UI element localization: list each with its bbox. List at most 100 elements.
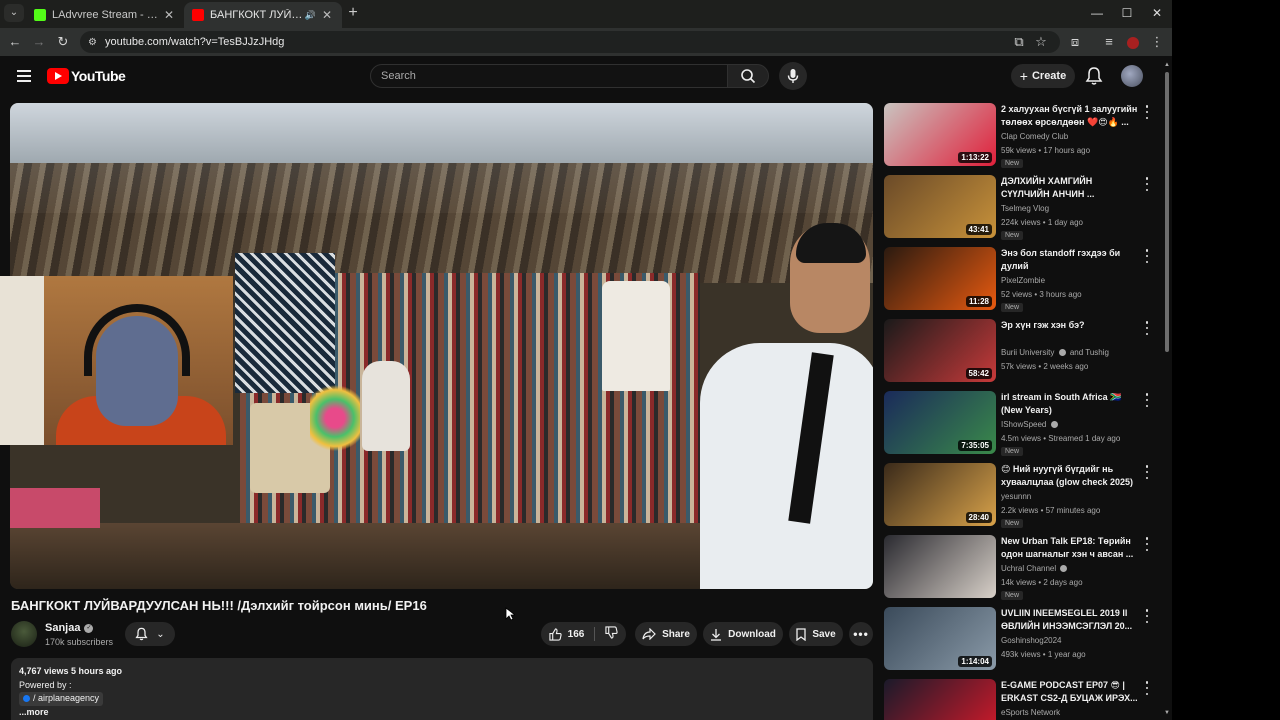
recommendation-thumbnail[interactable]: 11:28: [884, 247, 996, 310]
more-vertical-icon[interactable]: [1144, 177, 1150, 191]
more-actions-button[interactable]: •••: [849, 622, 873, 646]
scroll-down-icon[interactable]: ▼: [1164, 710, 1170, 716]
more-vertical-icon[interactable]: [1144, 105, 1150, 119]
like-button[interactable]: 166: [549, 627, 584, 641]
close-tab-icon[interactable]: ✕: [320, 8, 334, 22]
recommendation-title[interactable]: Эр хүн гэж хэн бэ?: [1001, 319, 1141, 332]
recommendation-title[interactable]: 2 халуухан бүсгүй 1 залуугийн төлөөх өрс…: [1001, 103, 1141, 128]
recommendation-channel[interactable]: IShowSpeed: [1001, 420, 1060, 429]
recommendation-item[interactable]: 28:40 😊 Ний нуугүй бүгдийг нь хуваалцлаа…: [884, 463, 1162, 535]
extensions-icon[interactable]: ⧈: [1066, 33, 1084, 51]
create-button[interactable]: + Create: [1011, 64, 1075, 88]
recommendation-item[interactable]: New Urban Talk EP18: Төрийн одон шагналы…: [884, 535, 1162, 607]
tab-kick[interactable]: LAdvvree Stream - Watch Live o ✕: [26, 2, 184, 28]
forward-icon[interactable]: →: [30, 33, 48, 51]
share-button[interactable]: Share: [635, 622, 697, 646]
browser-toolbar: ← → ↻ ⚙ youtube.com/watch?v=TesBJJzJHdg …: [0, 28, 1172, 56]
more-vertical-icon[interactable]: [1144, 537, 1150, 551]
recommendation-title[interactable]: ДЭЛХИЙН ХАМГИЙН СҮҮЛЧИЙН АНЧИН ...: [1001, 175, 1141, 200]
media-control-icon[interactable]: ≡: [1100, 33, 1118, 51]
new-badge: New: [1001, 591, 1024, 600]
recommendation-thumbnail[interactable]: [884, 679, 996, 720]
notifications-icon[interactable]: [1085, 66, 1103, 86]
recommendation-channel[interactable]: yesunnn: [1001, 492, 1031, 501]
close-tab-icon[interactable]: ✕: [162, 8, 176, 22]
recommendation-item[interactable]: E-GAME PODCAST EP07 😎 | ERKAST CS2-Д БУЦ…: [884, 679, 1162, 720]
dislike-button[interactable]: [605, 626, 618, 642]
recommendation-item[interactable]: 58:42 Эр хүн гэж хэн бэ? Burii Universit…: [884, 319, 1162, 391]
channel-name-text: Sanjaa: [45, 622, 81, 634]
voice-search-button[interactable]: [779, 62, 807, 90]
recommendation-channel[interactable]: eSports Network: [1001, 708, 1060, 717]
menu-icon[interactable]: [17, 70, 31, 82]
recommendation-title[interactable]: irl stream in South Africa 🇿🇦 (New Years…: [1001, 391, 1141, 416]
tab-search-icon[interactable]: ⌄: [4, 4, 24, 22]
site-info-icon[interactable]: ⚙: [88, 37, 97, 48]
more-vertical-icon[interactable]: [1144, 465, 1150, 479]
recommendation-channel[interactable]: Tselmeg Vlog: [1001, 204, 1049, 213]
browser-menu-icon[interactable]: ⋮: [1148, 33, 1166, 51]
recommendation-thumbnail[interactable]: 58:42: [884, 319, 996, 382]
tab-youtube[interactable]: БАНГКОКТ ЛУЙВАРДУУЛСАН 🔊 ✕: [184, 2, 342, 28]
channel-name-text: eSports Network: [1001, 708, 1061, 717]
save-button[interactable]: Save: [789, 622, 843, 646]
reload-icon[interactable]: ↻: [54, 33, 72, 51]
speaker-icon[interactable]: 🔊: [305, 10, 316, 21]
recommendation-title[interactable]: E-GAME PODCAST EP07 😎 | ERKAST CS2-Д БУЦ…: [1001, 679, 1141, 704]
subscription-notifications-button[interactable]: ⌄: [125, 622, 175, 646]
channel-name[interactable]: Sanjaa ✓: [45, 622, 94, 634]
recommendation-item[interactable]: 11:28 Энэ бол standoff гэхдээ би дулий P…: [884, 247, 1162, 319]
more-vertical-icon[interactable]: [1144, 393, 1150, 407]
scrollbar-thumb[interactable]: [1165, 72, 1169, 352]
close-window-icon[interactable]: ✕: [1142, 4, 1172, 22]
recommendation-title[interactable]: New Urban Talk EP18: Төрийн одон шагналы…: [1001, 535, 1141, 560]
search-input[interactable]: Search: [370, 64, 728, 88]
recommendation-thumbnail[interactable]: 1:14:04: [884, 607, 996, 670]
profile-icon[interactable]: [1124, 33, 1142, 51]
social-link[interactable]: / airplaneagency: [19, 692, 104, 706]
like-separator: [594, 627, 596, 641]
new-badge: New: [1001, 519, 1024, 528]
more-vertical-icon[interactable]: [1144, 609, 1150, 623]
search-button[interactable]: [727, 64, 769, 88]
channel-avatar[interactable]: [11, 621, 37, 647]
recommendation-channel[interactable]: Uchral Channel: [1001, 564, 1069, 573]
user-avatar[interactable]: [1121, 65, 1143, 87]
recommendation-item[interactable]: 1:14:04 UVLIIN INEEMSEGLEL 2019 ll ӨВЛИЙ…: [884, 607, 1162, 679]
address-bar[interactable]: ⚙ youtube.com/watch?v=TesBJJzJHdg: [80, 31, 1060, 53]
maximize-icon[interactable]: ☐: [1112, 4, 1142, 22]
recommendation-channel[interactable]: Clap Comedy Club: [1001, 132, 1068, 141]
recommendation-channel[interactable]: Burii University and Tushig: [1001, 348, 1109, 357]
tab-strip: ⌄ LAdvvree Stream - Watch Live o ✕ БАНГК…: [0, 0, 1172, 28]
recommendation-item[interactable]: 1:13:22 2 халуухан бүсгүй 1 залуугийн тө…: [884, 103, 1162, 175]
minimize-icon[interactable]: —: [1082, 4, 1112, 22]
more-link[interactable]: ...more: [19, 706, 865, 720]
more-vertical-icon[interactable]: [1144, 681, 1150, 695]
youtube-logo-icon[interactable]: [47, 68, 69, 84]
recommendation-thumbnail[interactable]: [884, 535, 996, 598]
recommendation-thumbnail[interactable]: 1:13:22: [884, 103, 996, 166]
recommendation-thumbnail[interactable]: 7:35:05: [884, 391, 996, 454]
more-vertical-icon[interactable]: [1144, 321, 1150, 335]
recommendation-thumbnail[interactable]: 28:40: [884, 463, 996, 526]
back-icon[interactable]: ←: [6, 33, 24, 51]
scroll-up-icon[interactable]: ▲: [1164, 62, 1170, 68]
recommendation-title[interactable]: 😊 Ний нуугүй бүгдийг нь хуваалцлаа (glow…: [1001, 463, 1141, 488]
recommendation-channel[interactable]: PixelZombie: [1001, 276, 1045, 285]
recommendation-item[interactable]: 43:41 ДЭЛХИЙН ХАМГИЙН СҮҮЛЧИЙН АНЧИН ...…: [884, 175, 1162, 247]
recommendation-title[interactable]: Энэ бол standoff гэхдээ би дулий: [1001, 247, 1141, 272]
bookmark-star-icon[interactable]: ☆: [1032, 33, 1050, 51]
description-box[interactable]: 4,767 views 5 hours ago Powered by : / a…: [11, 658, 873, 720]
video-duration: 1:14:04: [958, 656, 992, 667]
download-button[interactable]: Download: [703, 622, 783, 646]
youtube-logo-text[interactable]: YouTube: [71, 68, 126, 84]
more-vertical-icon[interactable]: [1144, 249, 1150, 263]
recommendation-channel[interactable]: Goshinshog2024: [1001, 636, 1062, 645]
video-title: БАНГКОКТ ЛУЙВАРДУУЛСАН НЬ!!! /Дэлхийг то…: [11, 598, 427, 613]
recommendation-title[interactable]: UVLIIN INEEMSEGLEL 2019 ll ӨВЛИЙН ИНЭЭМС…: [1001, 607, 1141, 632]
page-scrollbar[interactable]: ▲ ▼: [1163, 62, 1171, 718]
recommendation-thumbnail[interactable]: 43:41: [884, 175, 996, 238]
recommendation-item[interactable]: 7:35:05 irl stream in South Africa 🇿🇦 (N…: [884, 391, 1162, 463]
new-tab-icon[interactable]: +: [345, 5, 361, 21]
install-app-icon[interactable]: ⧉: [1010, 33, 1028, 51]
